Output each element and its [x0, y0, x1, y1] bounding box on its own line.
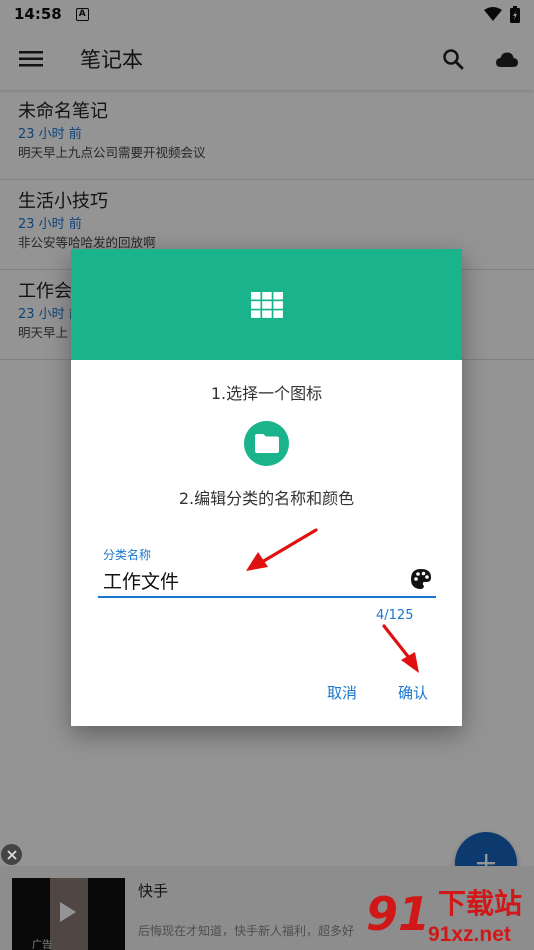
- watermark-number: 91: [366, 887, 431, 941]
- color-picker-button[interactable]: [410, 568, 432, 594]
- category-name-label: 分类名称: [103, 548, 152, 562]
- dialog-header: [71, 249, 462, 360]
- step-2-instruction: 2.编辑分类的名称和颜色: [178, 489, 355, 508]
- site-watermark: 91 下载站 91xz.net: [366, 886, 534, 950]
- confirm-button[interactable]: 确认: [398, 682, 428, 703]
- watermark-url: 91xz.net: [428, 923, 511, 946]
- character-counter: 4/125: [376, 608, 414, 623]
- palette-icon: [411, 569, 431, 589]
- cancel-button[interactable]: 取消: [327, 682, 357, 703]
- folder-icon: [254, 434, 279, 453]
- grid-apps-icon[interactable]: [250, 291, 283, 318]
- selected-icon-button[interactable]: [244, 421, 289, 466]
- category-name-input[interactable]: [98, 569, 398, 591]
- close-icon: [6, 849, 17, 860]
- ad-close-button[interactable]: [1, 844, 22, 865]
- category-name-field-container: [98, 564, 436, 598]
- step-1-instruction: 1.选择一个图标: [210, 384, 323, 403]
- category-dialog: 1.选择一个图标 2.编辑分类的名称和颜色 分类名称 4/125 取消 确认: [71, 249, 462, 726]
- watermark-text: 下载站: [438, 887, 523, 920]
